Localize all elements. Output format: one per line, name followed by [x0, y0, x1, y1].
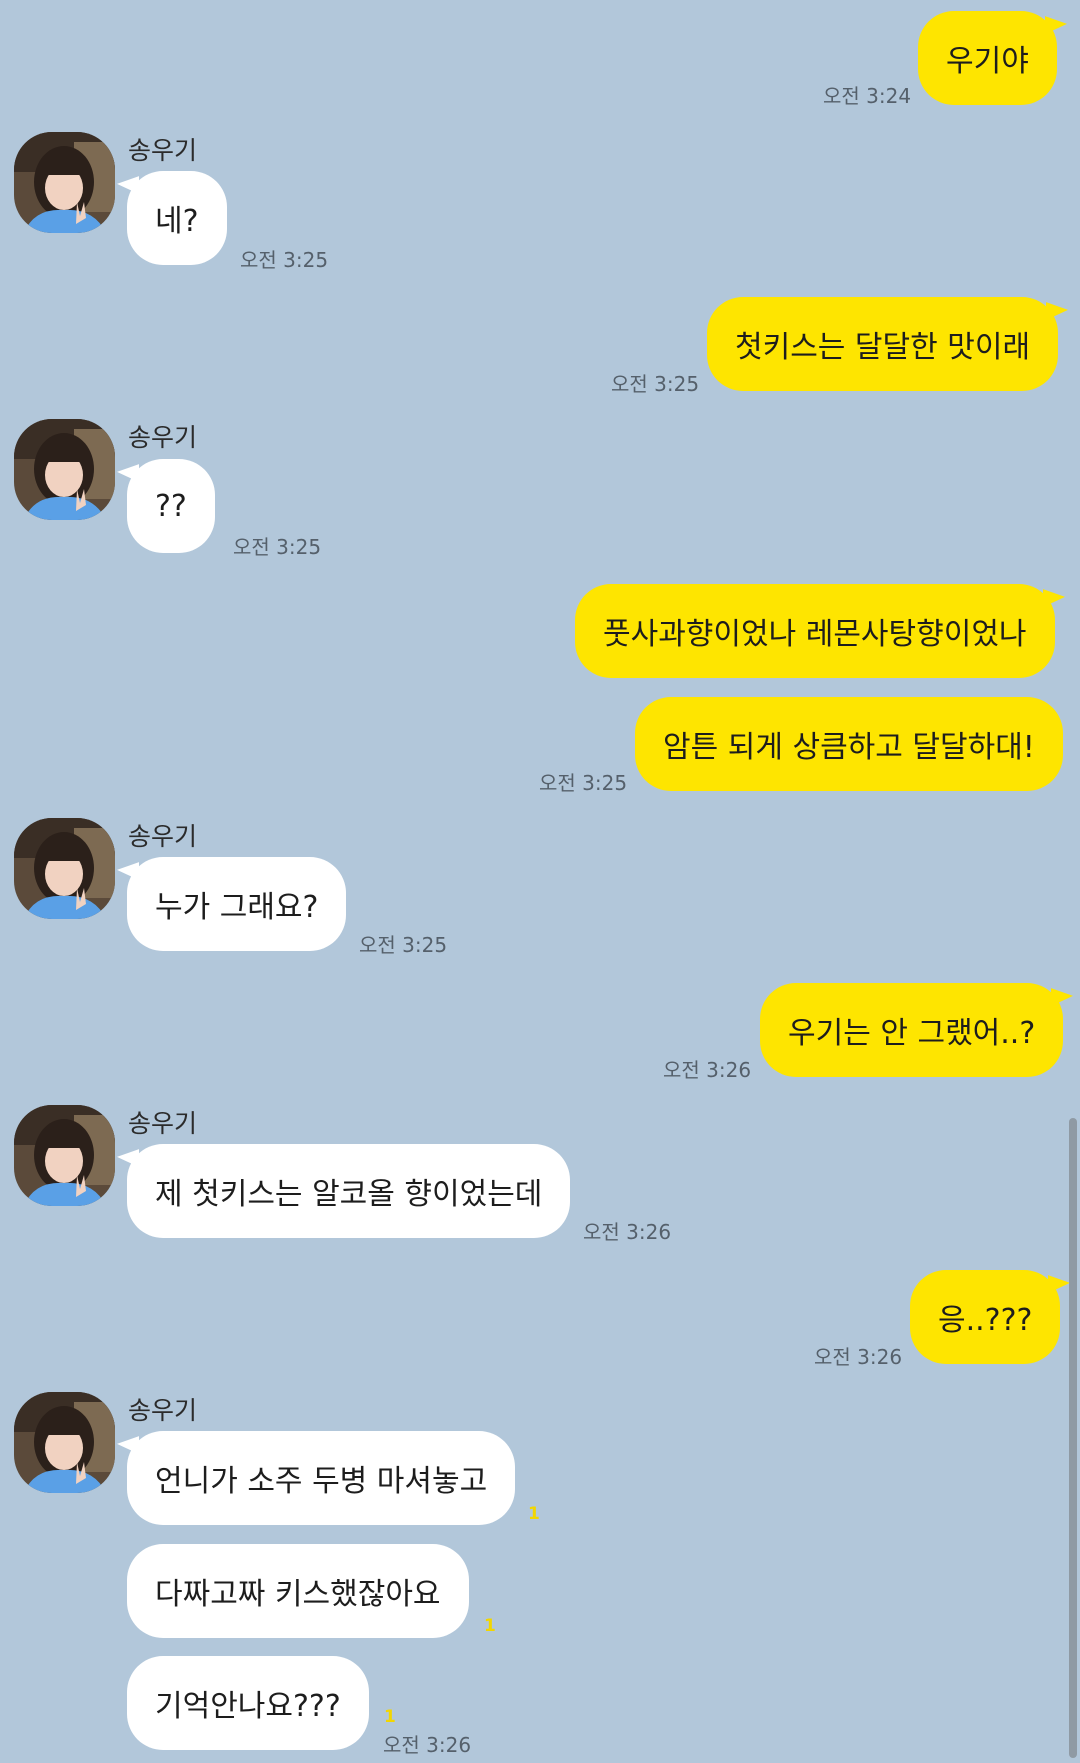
- their-message-bubble[interactable]: 네?: [127, 171, 227, 265]
- my-message-bubble[interactable]: 풋사과향이었나 레몬사탕향이었나: [575, 584, 1055, 678]
- their-message-bubble[interactable]: 누가 그래요?: [127, 857, 347, 951]
- their-message-bubble[interactable]: 기억안나요???: [127, 1656, 369, 1750]
- message-time: 오전 3:25: [611, 372, 700, 396]
- message-text: ??: [155, 488, 187, 524]
- message-text: 암튼 되게 상큼하고 달달하대!: [663, 730, 1035, 765]
- unread-count: 1: [384, 1707, 396, 1727]
- my-message-bubble[interactable]: 암튼 되게 상큼하고 달달하대!: [635, 697, 1063, 791]
- my-message-bubble[interactable]: 응..???: [910, 1270, 1061, 1364]
- message-text: 다짜고짜 키스했잖아요: [155, 1577, 441, 1612]
- contact-name: 송우기: [128, 1396, 198, 1425]
- message-text: 언니가 소주 두병 마셔놓고: [155, 1464, 488, 1499]
- my-message-bubble[interactable]: 우기는 안 그랬어..?: [760, 983, 1064, 1077]
- my-message-bubble[interactable]: 첫키스는 달달한 맛이래: [707, 297, 1059, 391]
- message-time: 오전 3:26: [383, 1733, 472, 1757]
- message-text: 누가 그래요?: [155, 890, 319, 925]
- message-text: 우기야: [946, 44, 1029, 79]
- message-text: 풋사과향이었나 레몬사탕향이었나: [603, 617, 1027, 652]
- message-time: 오전 3:25: [359, 933, 448, 957]
- message-text: 기억안나요???: [155, 1689, 341, 1724]
- message-time: 오전 3:26: [814, 1345, 903, 1369]
- message-time: 오전 3:25: [539, 771, 628, 795]
- chat-area[interactable]: 우기야 오전 3:24 송우기 네? 오전 3:25 첫키스는 달달한 맛이래 …: [0, 0, 1080, 1763]
- contact-avatar[interactable]: [14, 419, 115, 520]
- contact-avatar[interactable]: [14, 818, 115, 919]
- message-text: 제 첫키스는 알코올 향이었는데: [155, 1177, 543, 1212]
- contact-avatar[interactable]: [14, 1392, 115, 1493]
- unread-count: 1: [484, 1616, 496, 1636]
- my-message-bubble[interactable]: 우기야: [918, 11, 1057, 105]
- their-message-bubble[interactable]: ??: [127, 459, 215, 553]
- message-text: 응..???: [938, 1303, 1033, 1338]
- contact-name: 송우기: [128, 822, 198, 851]
- message-time: 오전 3:26: [663, 1058, 752, 1082]
- contact-avatar[interactable]: [14, 1105, 115, 1206]
- unread-count: 1: [528, 1504, 540, 1524]
- contact-name: 송우기: [128, 136, 198, 165]
- message-text: 우기는 안 그랬어..?: [788, 1016, 1036, 1051]
- message-text: 네?: [155, 204, 199, 239]
- contact-avatar[interactable]: [14, 132, 115, 233]
- their-message-bubble[interactable]: 제 첫키스는 알코올 향이었는데: [127, 1144, 571, 1238]
- message-time: 오전 3:25: [233, 535, 322, 559]
- contact-name: 송우기: [128, 423, 198, 452]
- their-message-bubble[interactable]: 언니가 소주 두병 마셔놓고: [127, 1431, 516, 1525]
- message-time: 오전 3:24: [823, 84, 912, 108]
- message-time: 오전 3:26: [583, 1220, 672, 1244]
- message-time: 오전 3:25: [240, 248, 329, 272]
- contact-name: 송우기: [128, 1109, 198, 1138]
- scrollbar-thumb[interactable]: [1069, 1118, 1077, 1758]
- their-message-bubble[interactable]: 다짜고짜 키스했잖아요: [127, 1544, 469, 1638]
- message-text: 첫키스는 달달한 맛이래: [735, 330, 1031, 365]
